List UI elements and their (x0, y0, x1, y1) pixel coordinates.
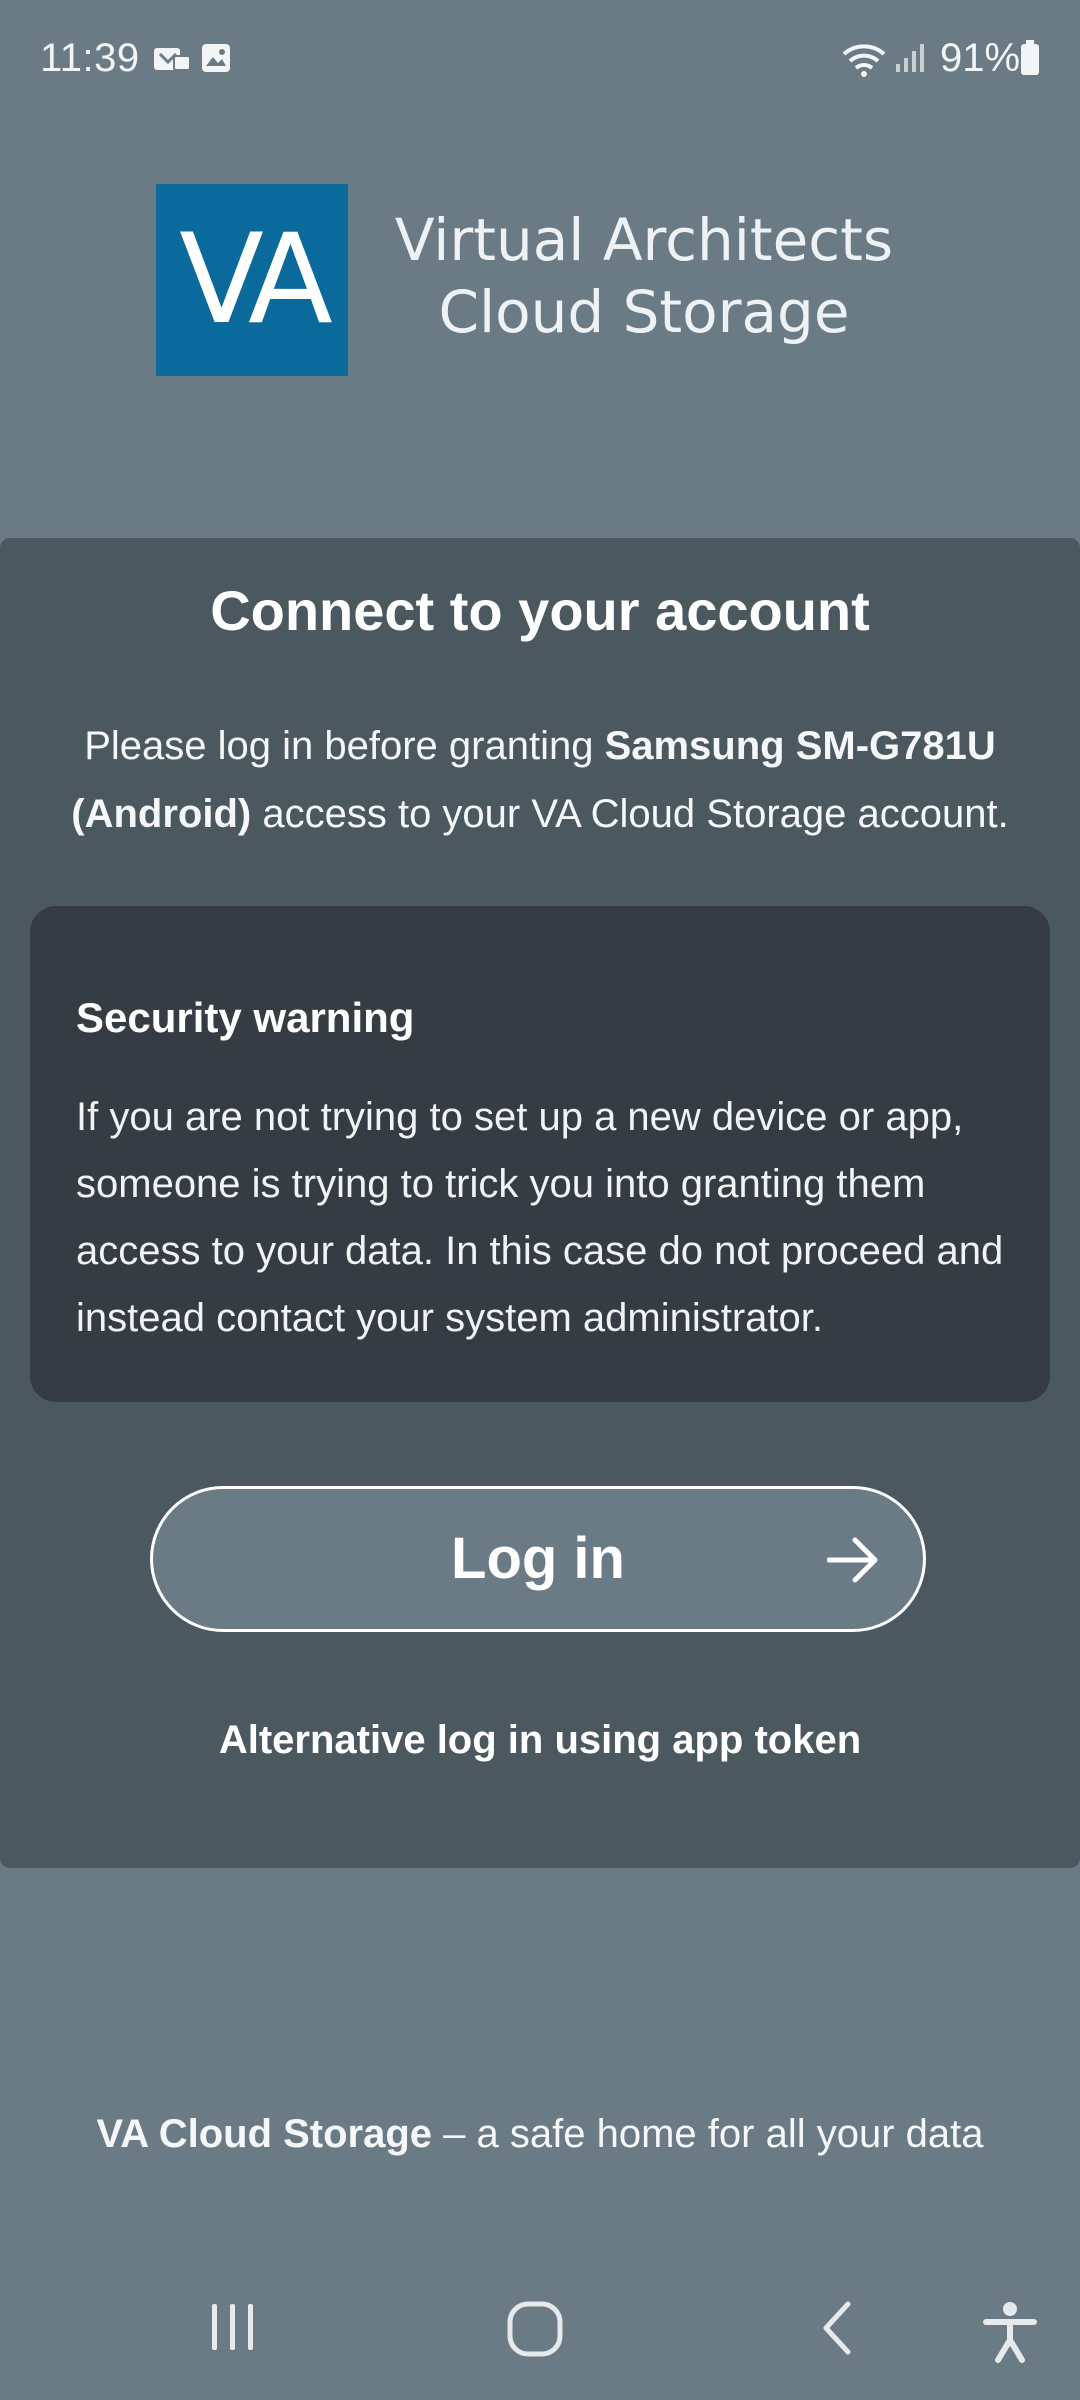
arrow-right-icon (827, 1537, 878, 1583)
login-button[interactable]: Log in (150, 1486, 926, 1632)
home-icon[interactable] (506, 2300, 564, 2358)
logo-line-2: Cloud Storage (438, 278, 850, 346)
login-card: Connect to your account Please log in be… (0, 538, 1080, 1868)
desc-before: Please log in before granting (84, 724, 605, 768)
battery-percent: 91% (940, 36, 1021, 80)
gallery-icon (200, 42, 232, 79)
alternative-login-link[interactable]: Alternative log in using app token (0, 1718, 1080, 1763)
back-icon[interactable] (818, 2300, 858, 2356)
footer-tagline: VA Cloud Storage – a safe home for all y… (0, 2112, 1080, 2157)
login-button-label: Log in (451, 1526, 625, 1591)
security-warning-box: Security warning If you are not trying t… (30, 906, 1050, 1402)
svg-text:VA: VA (179, 208, 332, 352)
status-time: 11:39 (40, 36, 140, 80)
logo-wordmark: Virtual Architects Cloud Storage (374, 204, 914, 348)
signal-icon (894, 42, 928, 79)
grant-description: Please log in before granting Samsung SM… (40, 712, 1040, 848)
logo-line-1: Virtual Architects (394, 206, 894, 274)
notification-icon (152, 42, 192, 81)
status-bar: 11:39 91% (0, 0, 1080, 120)
security-warning-title: Security warning (76, 994, 415, 1041)
page-title: Connect to your account (210, 579, 870, 642)
accessibility-icon[interactable] (982, 2300, 1038, 2364)
wifi-icon (842, 42, 886, 83)
footer-tagline-text: – a safe home for all your data (432, 2112, 984, 2156)
app-logo: VA Virtual Architects Cloud Storage (156, 184, 906, 376)
battery-icon (1020, 40, 1040, 81)
system-nav-bar (0, 2270, 1080, 2400)
security-warning-text: If you are not trying to set up a new de… (76, 1095, 1004, 1340)
recents-icon[interactable] (206, 2300, 260, 2354)
footer-brand: VA Cloud Storage (96, 2112, 433, 2156)
desc-after: access to your VA Cloud Storage account. (251, 792, 1009, 836)
logo-mark: VA (156, 184, 348, 376)
